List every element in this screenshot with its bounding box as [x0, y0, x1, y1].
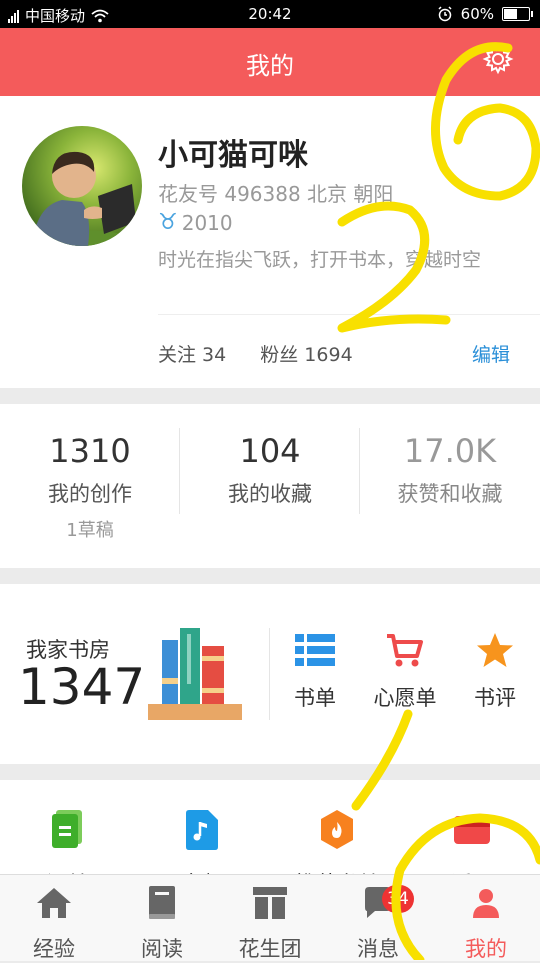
- follow-stats: 关注 34 粉丝 1694: [158, 340, 381, 367]
- profile-card[interactable]: 小可猫可咪 花友号 496388 北京 朝阳 ♉ 2010 时光在指尖飞跃，打开…: [0, 96, 540, 388]
- tab-messages[interactable]: 34 消息: [324, 885, 432, 963]
- divider: [158, 314, 540, 315]
- followers-count[interactable]: 粉丝 1694: [260, 344, 352, 366]
- home-icon: [37, 888, 71, 918]
- likes-label: 获赞和收藏: [397, 482, 503, 506]
- user-id-location: 花友号 496388 北京 朝阳: [158, 182, 394, 206]
- tab-label: 阅读: [141, 937, 183, 961]
- audio-button[interactable]: 音频: [147, 810, 257, 880]
- edit-profile-button[interactable]: 编辑: [472, 340, 510, 367]
- battery-percent: 60%: [460, 5, 494, 23]
- cart-icon: [387, 634, 423, 667]
- bottom-tab-bar: 经验 阅读 花生团 34 消息 我的: [0, 874, 540, 961]
- alarm-icon: [438, 6, 452, 22]
- stats-panel: 1310 我的创作 1草稿 104 我的收藏 17.0K 获赞和收藏: [0, 404, 540, 568]
- creations-count: 1310: [49, 432, 131, 470]
- cashback-button[interactable]: 返现: [417, 810, 527, 880]
- book-icon: [149, 886, 175, 919]
- my-creations-stat[interactable]: 1310 我的创作 1草稿: [0, 432, 180, 542]
- order-doc-icon: [52, 810, 82, 848]
- my-collections-stat[interactable]: 104 我的收藏: [180, 432, 360, 508]
- likes-count: 17.0K: [403, 432, 497, 470]
- user-bio: 时光在指尖飞跃，打开书本，穿越时空: [158, 249, 482, 271]
- collections-label: 我的收藏: [228, 482, 312, 506]
- wishlist-label: 心愿单: [373, 686, 437, 710]
- tab-label: 花生团: [238, 937, 302, 961]
- settings-gear-icon[interactable]: [482, 43, 514, 75]
- booklist-label: 书单: [294, 686, 336, 710]
- quick-links-panel: 订单 音频 推荐书单 返现: [0, 780, 540, 880]
- library-panel: 我家书房 1347 书单 心愿单 书评: [0, 584, 540, 764]
- status-bar: 中国移动 20:42 60%: [0, 0, 540, 28]
- recommend-bag-icon: [321, 810, 353, 849]
- drafts-label: 1草稿: [66, 520, 114, 541]
- list-icon: [295, 634, 335, 666]
- recommended-booklist-button[interactable]: 推荐书单: [282, 810, 392, 880]
- audio-file-icon: [186, 810, 218, 850]
- creations-label: 我的创作: [48, 482, 132, 506]
- tab-label: 我的: [465, 937, 507, 961]
- person-icon: [473, 889, 499, 918]
- unread-badge: 34: [382, 885, 414, 913]
- tab-label: 消息: [357, 937, 399, 961]
- tab-peanut-group[interactable]: 花生团: [216, 885, 324, 963]
- bookshelf-icon[interactable]: [148, 628, 242, 720]
- star-icon: [477, 633, 513, 667]
- taurus-icon: ♉: [158, 210, 178, 235]
- battery-icon: [502, 7, 533, 21]
- birth-year: 2010: [181, 210, 233, 235]
- orders-button[interactable]: 订单: [12, 810, 122, 880]
- collections-count: 104: [239, 432, 301, 470]
- user-name: 小可猫可咪: [158, 138, 308, 173]
- top-app-bar: 我的: [0, 28, 540, 96]
- library-count: 1347: [18, 658, 146, 716]
- cashback-icon: [454, 816, 490, 844]
- zodiac-row: ♉ 2010: [158, 210, 233, 235]
- page-title: 我的: [246, 52, 294, 80]
- wishlist-button[interactable]: 心愿单: [360, 632, 450, 712]
- tab-mine[interactable]: 我的: [432, 885, 540, 963]
- tab-reading[interactable]: 阅读: [108, 885, 216, 963]
- following-count[interactable]: 关注 34: [158, 344, 226, 366]
- booklist-button[interactable]: 书单: [270, 632, 360, 712]
- book-review-button[interactable]: 书评: [450, 632, 540, 712]
- likes-stat[interactable]: 17.0K 获赞和收藏: [360, 432, 540, 508]
- tab-experience[interactable]: 经验: [0, 885, 108, 963]
- group-icon: [253, 887, 287, 919]
- tab-label: 经验: [33, 937, 75, 961]
- avatar[interactable]: [22, 126, 142, 246]
- book-review-label: 书评: [474, 686, 516, 710]
